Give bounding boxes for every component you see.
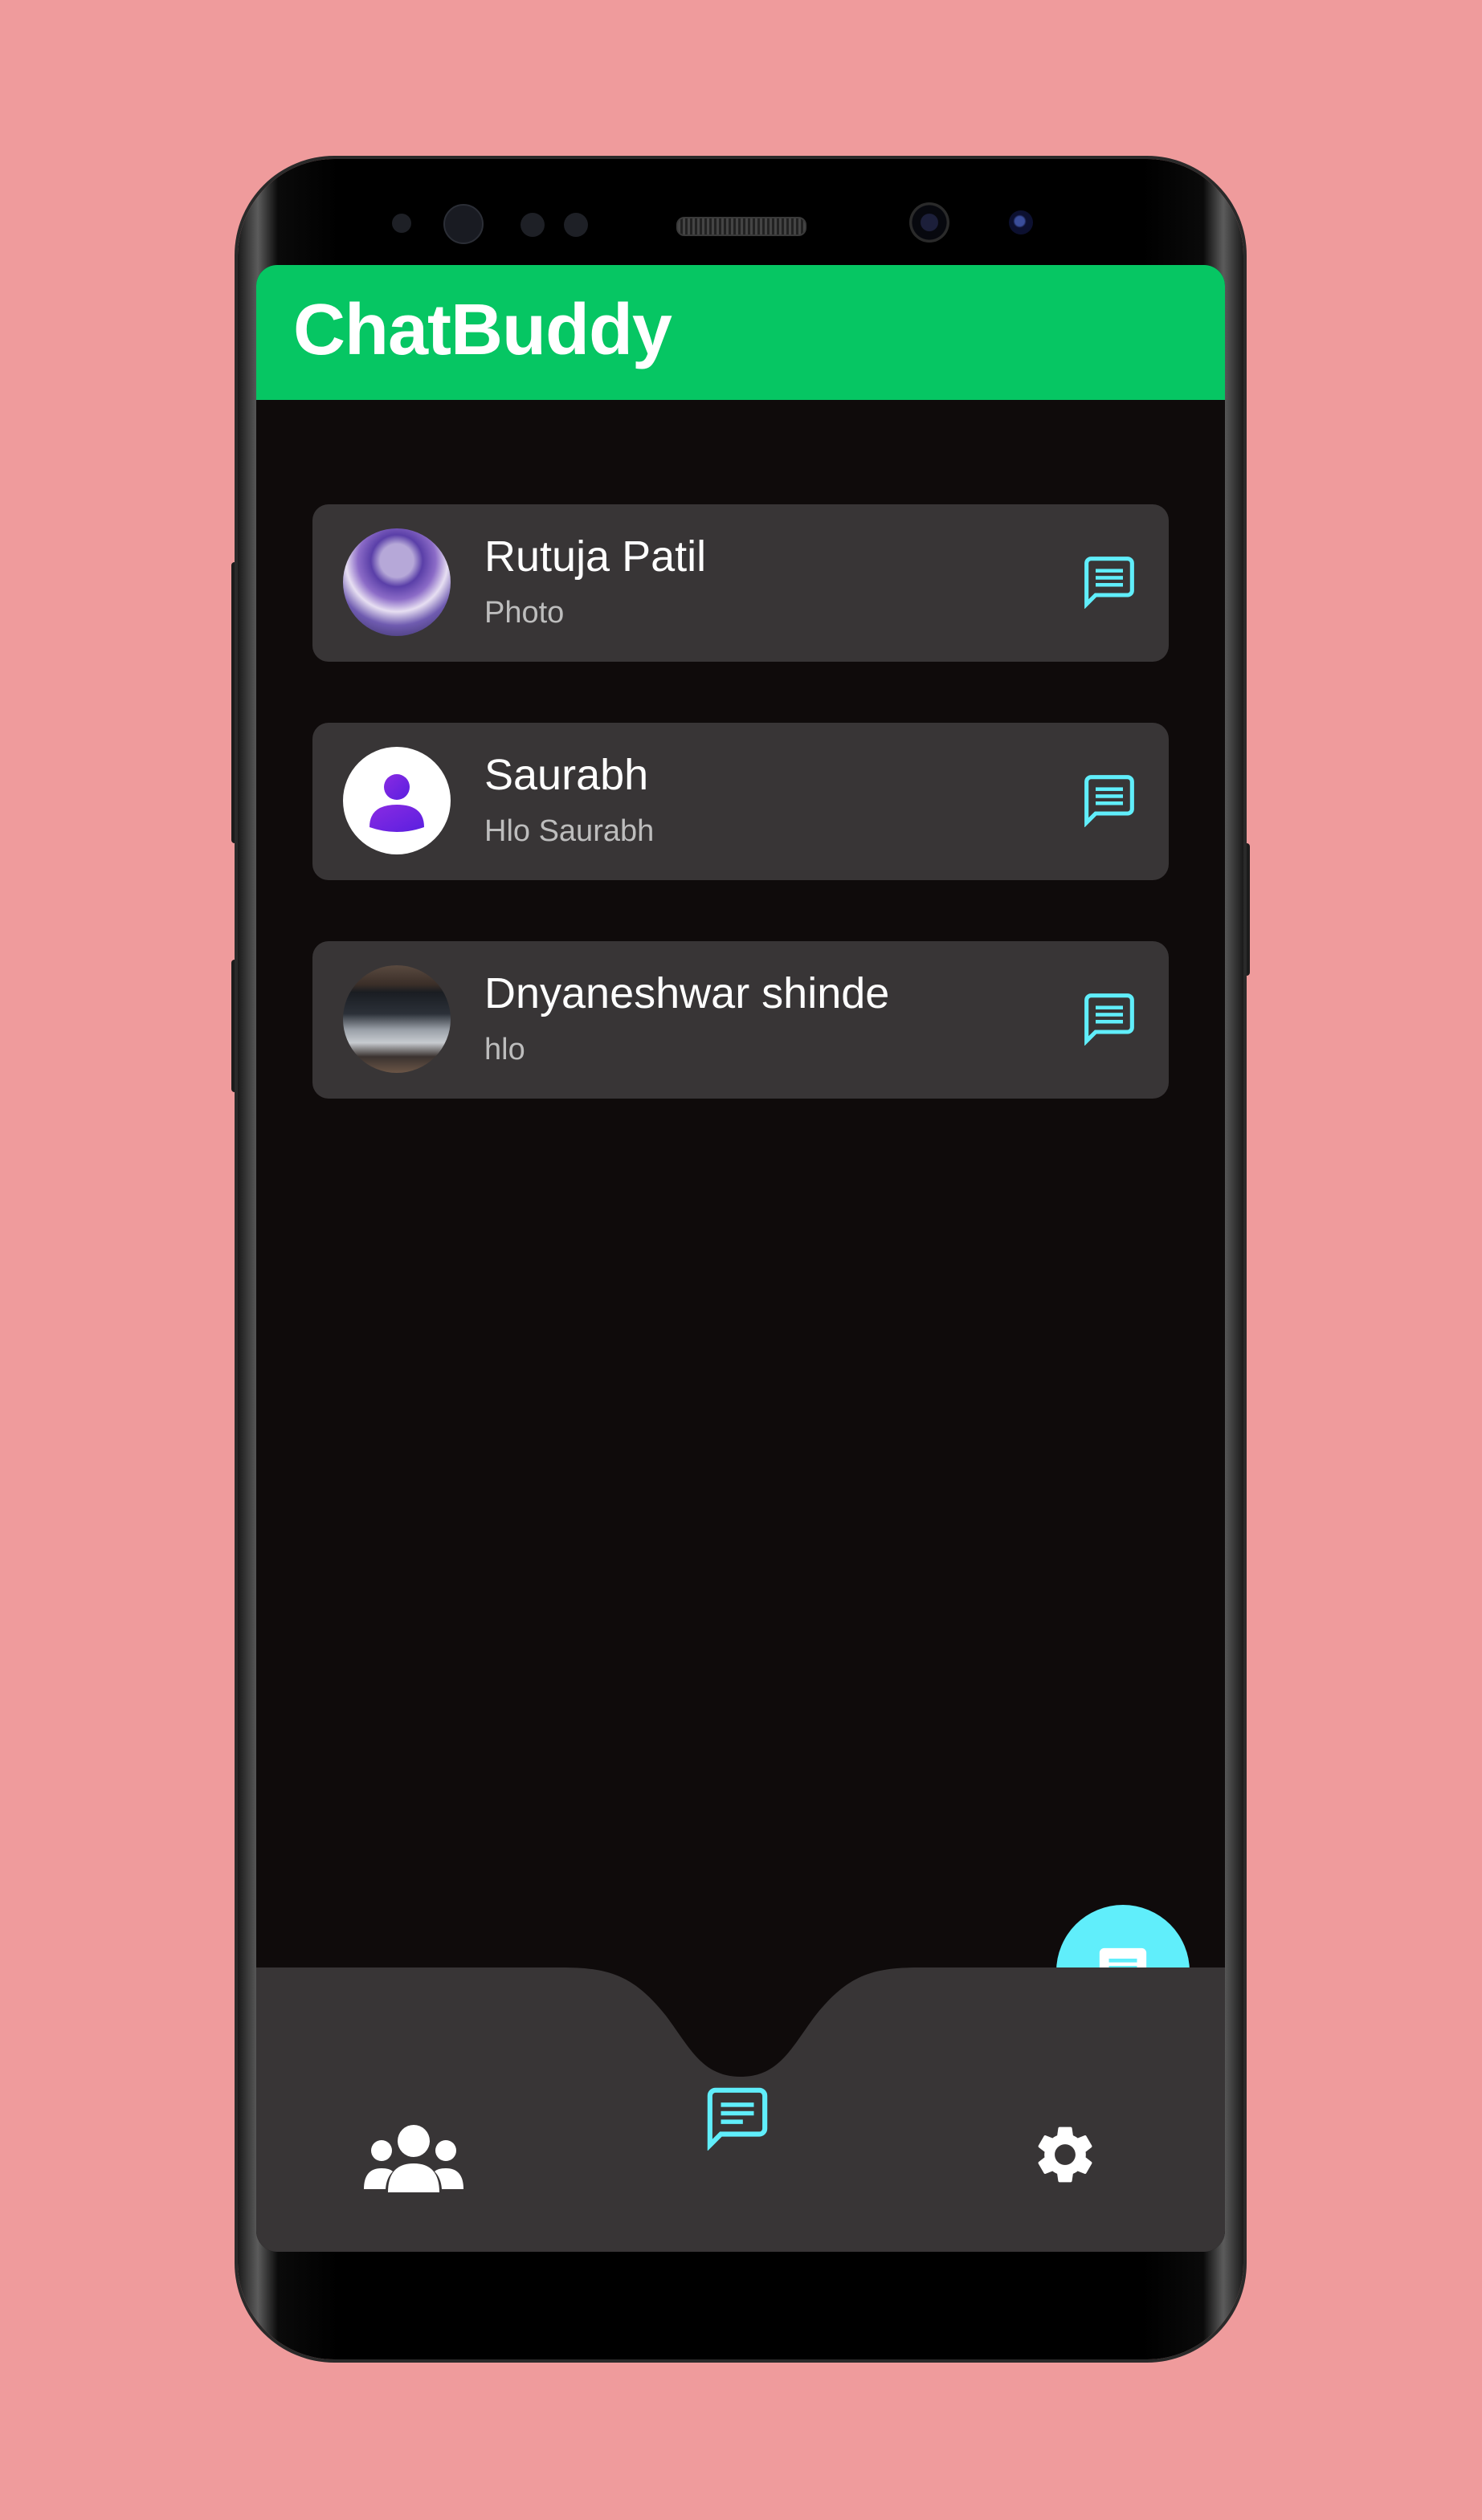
avatar — [343, 747, 451, 854]
sensor-dot — [521, 213, 545, 237]
chat-list-item[interactable]: Dnyaneshwar shinde hlo — [312, 941, 1169, 1099]
chat-last-message: Photo — [484, 596, 565, 630]
chat-name: Dnyaneshwar shinde — [484, 969, 890, 1017]
sensor-dot — [564, 213, 588, 237]
message-icon[interactable] — [1082, 991, 1137, 1046]
avatar — [343, 965, 451, 1073]
chat-list-item[interactable]: Saurabh Hlo Saurabh — [312, 723, 1169, 880]
message-icon[interactable] — [1082, 554, 1137, 609]
chat-last-message: hlo — [484, 1033, 525, 1066]
front-camera — [909, 202, 949, 243]
users-icon[interactable] — [364, 2123, 463, 2199]
page: ChatBuddy Rutuja Patil Photo Saurabh Hlo… — [0, 0, 1482, 2520]
chat-list-item[interactable]: Rutuja Patil Photo — [312, 504, 1169, 662]
chat-name: Saurabh — [484, 751, 649, 799]
app-title: ChatBuddy — [293, 290, 672, 370]
front-sensor — [1009, 210, 1033, 234]
sensor-dot — [443, 204, 484, 244]
app-bar: ChatBuddy — [256, 265, 1225, 400]
phone-speaker — [676, 217, 806, 236]
chats-icon[interactable] — [703, 2085, 772, 2151]
message-icon[interactable] — [1082, 773, 1137, 827]
settings-gear-icon[interactable] — [1031, 2120, 1100, 2189]
app-screen: ChatBuddy Rutuja Patil Photo Saurabh Hlo… — [256, 265, 1225, 2252]
avatar — [343, 528, 451, 636]
user-icon — [369, 774, 424, 832]
chat-name: Rutuja Patil — [484, 532, 707, 581]
chat-last-message: Hlo Saurabh — [484, 814, 655, 848]
sensor-dot — [392, 214, 411, 233]
